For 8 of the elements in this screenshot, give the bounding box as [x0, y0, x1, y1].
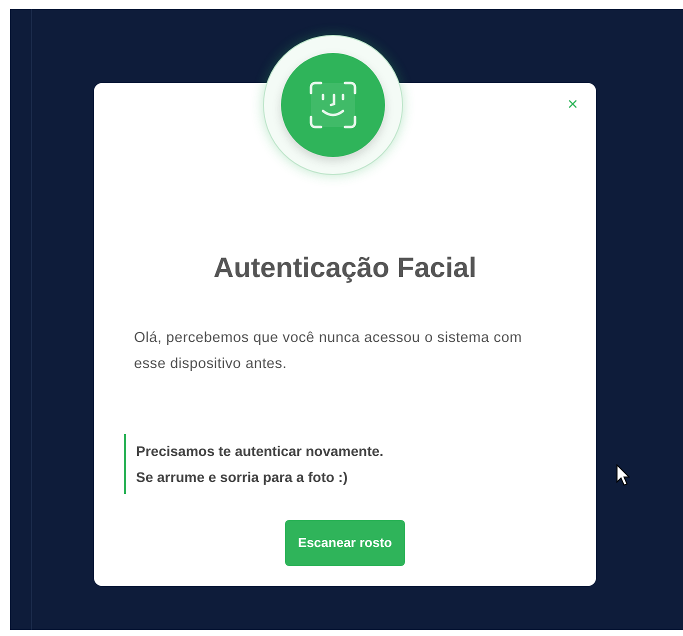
- dialog-title: Autenticação Facial: [212, 251, 478, 285]
- scan-face-button[interactable]: Escanear rosto: [285, 520, 405, 566]
- close-button[interactable]: ×: [563, 95, 582, 113]
- face-scan-icon: [307, 79, 359, 131]
- dialog-message: Olá, percebemos que você nunca acessou o sistema com esse dispositivo antes.: [134, 329, 523, 374]
- notice-line: Se arrume e sorria para a foto :): [136, 468, 349, 487]
- cursor-icon: [616, 464, 630, 486]
- notice-line: Precisamos te autenticar novamente.: [136, 442, 384, 461]
